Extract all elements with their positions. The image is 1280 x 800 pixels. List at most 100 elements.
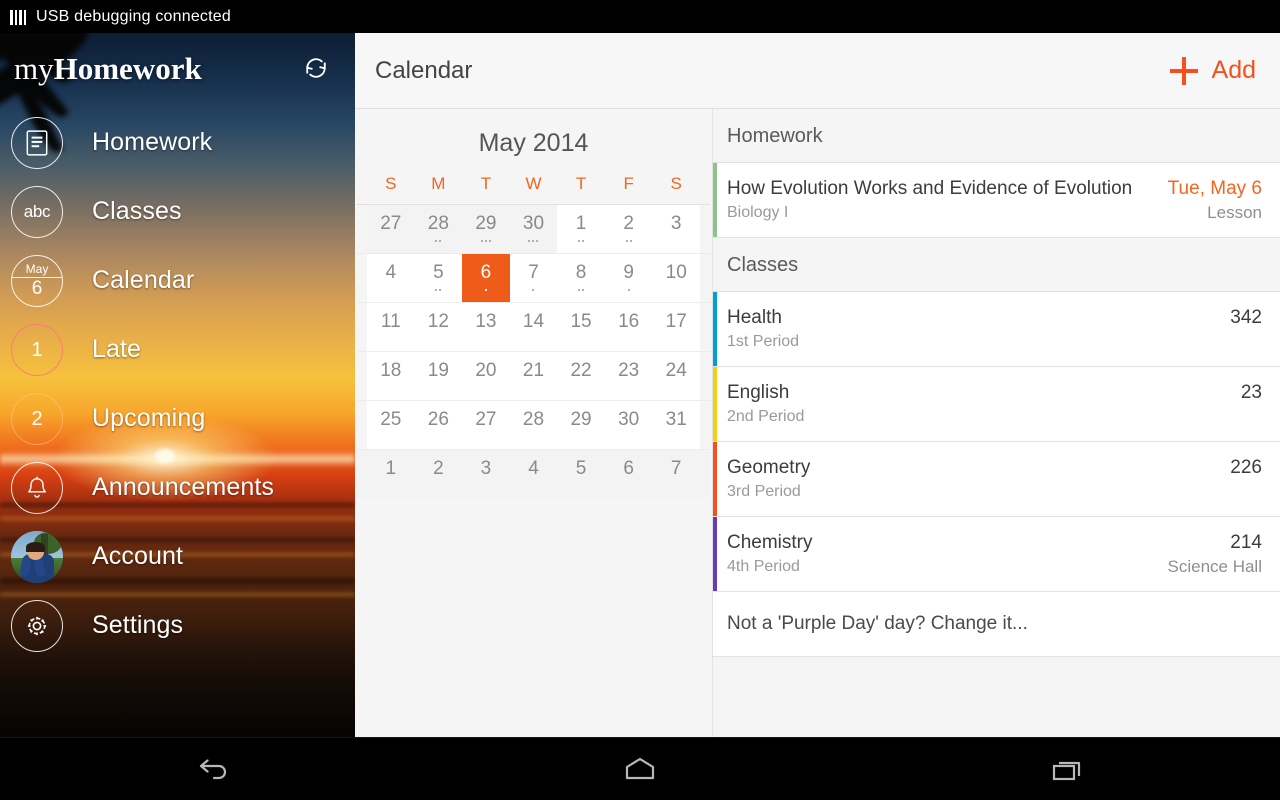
main-content: Calendar Add May 2014 S M T W T F S 27 2… xyxy=(355,33,1280,737)
drawer-nav-list: Homework abc Classes May 6 Calendar 1 La… xyxy=(0,103,355,660)
calendar-day[interactable]: 12 xyxy=(414,303,463,351)
calendar-day[interactable]: 7 xyxy=(652,450,700,498)
row-subtitle: 2nd Period xyxy=(727,408,805,425)
row-meta: 23 xyxy=(1240,382,1262,403)
sync-button[interactable] xyxy=(299,51,333,85)
recents-button[interactable] xyxy=(1007,738,1127,800)
calendar-day[interactable]: 31 xyxy=(652,401,700,449)
row-secondary: 214 Science Hall xyxy=(1154,530,1263,578)
weekday-label: S xyxy=(670,174,682,193)
home-icon xyxy=(625,757,655,780)
class-row[interactable]: English 2nd Period 23 xyxy=(713,367,1280,442)
calendar-day[interactable]: 13 xyxy=(462,303,510,351)
calendar-day[interactable]: 30 xyxy=(509,205,558,253)
day-detail-list: Homework How Evolution Works and Evidenc… xyxy=(713,109,1280,737)
calendar-day[interactable]: 20 xyxy=(462,352,510,400)
month-calendar: May 2014 S M T W T F S 27 28 29 30 1 2 3 4 5 6 7 8 9… xyxy=(355,109,713,737)
calendar-day[interactable]: 6 xyxy=(604,450,653,498)
sidebar-item-label: Calendar xyxy=(92,266,195,294)
row-primary: How Evolution Works and Evidence of Evol… xyxy=(727,176,1132,224)
calendar-day[interactable]: 14 xyxy=(509,303,558,351)
back-button[interactable] xyxy=(153,738,273,800)
calendar-day[interactable]: 8 xyxy=(557,254,605,302)
calendar-day-number: 1 xyxy=(385,458,397,479)
sidebar-item-label: Classes xyxy=(92,197,182,225)
add-button[interactable]: Add xyxy=(1169,56,1256,85)
calendar-day[interactable]: 17 xyxy=(652,303,700,351)
calendar-day[interactable]: 21 xyxy=(509,352,558,400)
row-subtitle: 3rd Period xyxy=(727,483,801,500)
calendar-day[interactable]: 28 xyxy=(414,205,463,253)
row-color-stripe xyxy=(713,292,717,366)
sidebar-item-classes[interactable]: abc Classes xyxy=(0,177,355,246)
calendar-day[interactable]: 7 xyxy=(509,254,558,302)
drawer-header: myHomework xyxy=(0,33,355,103)
bell-icon xyxy=(11,461,63,514)
calendar-day-event-dots xyxy=(578,240,585,244)
calendar-day-number: 30 xyxy=(522,213,545,234)
calendar-day-number: 8 xyxy=(575,262,587,283)
calendar-day[interactable]: 23 xyxy=(604,352,653,400)
calendar-day[interactable]: 29 xyxy=(557,401,605,449)
calendar-day[interactable]: 18 xyxy=(367,352,415,400)
row-secondary: 342 xyxy=(1216,305,1262,330)
calendar-day[interactable]: 10 xyxy=(652,254,700,302)
calendar-day[interactable]: 3 xyxy=(462,450,510,498)
calendar-day[interactable]: 4 xyxy=(367,254,415,302)
late-count-badge: 1 xyxy=(11,323,63,376)
calendar-day[interactable]: 5 xyxy=(557,450,605,498)
calendar-day[interactable]: 19 xyxy=(414,352,463,400)
row-primary: English 2nd Period xyxy=(727,380,804,428)
calendar-day[interactable]: 3 xyxy=(652,205,700,253)
calendar-day[interactable]: 15 xyxy=(557,303,605,351)
row-meta: 342 xyxy=(1230,307,1262,328)
calendar-day[interactable]: 5 xyxy=(414,254,463,302)
calendar-day-number: 13 xyxy=(475,311,497,332)
class-row[interactable]: Geometry 3rd Period 226 xyxy=(713,442,1280,517)
calendar-day[interactable]: 9 xyxy=(604,254,653,302)
calendar-day[interactable]: 30 xyxy=(604,401,653,449)
calendar-day[interactable]: 24 xyxy=(652,352,700,400)
row-subtitle: Biology I xyxy=(727,204,789,221)
purple-day-note[interactable]: Not a 'Purple Day' day? Change it... xyxy=(713,592,1280,657)
calendar-day-selected[interactable]: 6 xyxy=(462,254,510,302)
calendar-day[interactable]: 2 xyxy=(414,450,463,498)
calendar-day-event-dots xyxy=(625,240,632,244)
weekday-label: M xyxy=(431,174,446,193)
sidebar-item-settings[interactable]: Settings xyxy=(0,591,355,660)
calendar-day[interactable]: 1 xyxy=(367,450,415,498)
calendar-day-number: 27 xyxy=(475,409,497,430)
calendar-day[interactable]: 1 xyxy=(557,205,605,253)
calendar-day[interactable]: 27 xyxy=(367,205,415,253)
calendar-day[interactable]: 29 xyxy=(462,205,510,253)
row-secondary: Tue, May 6 Lesson xyxy=(1154,176,1262,224)
calendar-day-number: 19 xyxy=(427,360,449,381)
home-button[interactable] xyxy=(580,738,700,800)
calendar-day[interactable]: 28 xyxy=(509,401,558,449)
sidebar-item-announcements[interactable]: Announcements xyxy=(0,453,355,522)
calendar-day[interactable]: 25 xyxy=(367,401,415,449)
homework-row[interactable]: How Evolution Works and Evidence of Evol… xyxy=(713,163,1280,238)
class-row[interactable]: Health 1st Period 342 xyxy=(713,292,1280,367)
sidebar-item-late[interactable]: 1 Late xyxy=(0,315,355,384)
calendar-day[interactable]: 27 xyxy=(462,401,510,449)
calendar-day[interactable]: 16 xyxy=(604,303,653,351)
calendar-day-number: 12 xyxy=(427,311,449,332)
row-secondary: 226 xyxy=(1216,455,1262,480)
gear-icon xyxy=(11,599,63,652)
app-logo: myHomework xyxy=(14,53,202,84)
sidebar-item-label: Settings xyxy=(92,611,184,639)
calendar-day[interactable]: 4 xyxy=(509,450,558,498)
calendar-day[interactable]: 22 xyxy=(557,352,605,400)
sidebar-item-account[interactable]: Account xyxy=(0,522,355,591)
calendar-week-row: 4 5 6 7 8 9 10 xyxy=(357,254,710,303)
class-row[interactable]: Chemistry 4th Period 214 Science Hall xyxy=(713,517,1280,592)
calendar-day[interactable]: 26 xyxy=(414,401,463,449)
action-bar: Calendar Add xyxy=(355,33,1280,109)
calendar-day[interactable]: 11 xyxy=(367,303,415,351)
sidebar-item-calendar[interactable]: May 6 Calendar xyxy=(0,246,355,315)
calendar-day-number: 28 xyxy=(522,409,545,430)
sidebar-item-homework[interactable]: Homework xyxy=(0,108,355,177)
sidebar-item-upcoming[interactable]: 2 Upcoming xyxy=(0,384,355,453)
calendar-day[interactable]: 2 xyxy=(604,205,653,253)
